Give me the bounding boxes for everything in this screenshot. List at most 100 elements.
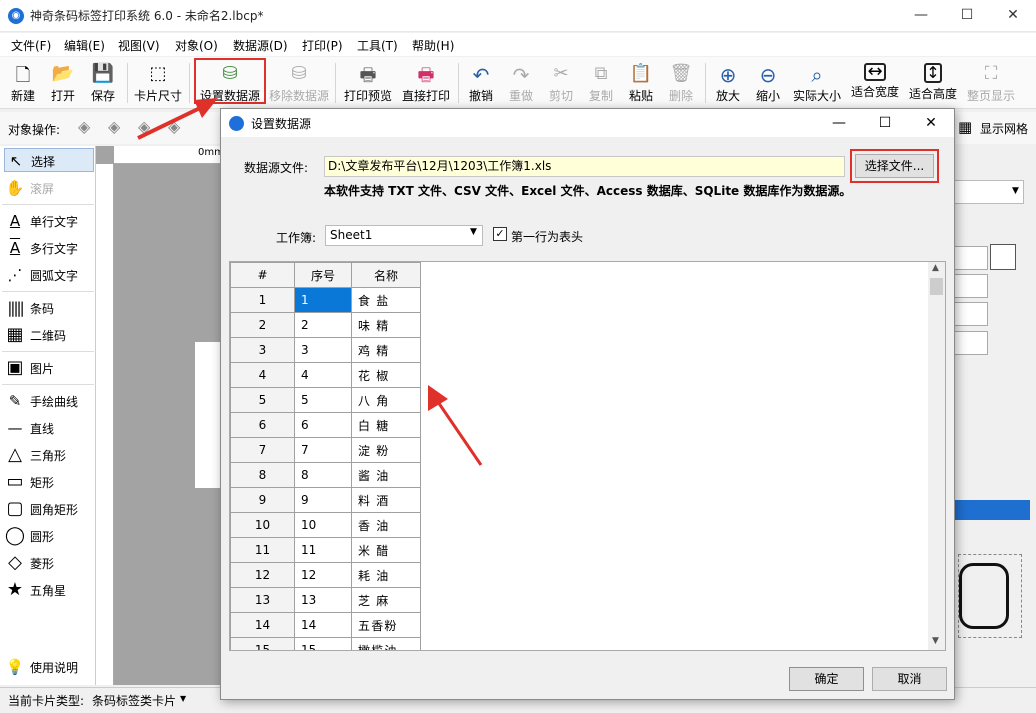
seq-cell[interactable]: 7: [294, 437, 352, 463]
seq-cell[interactable]: 6: [294, 412, 352, 438]
column-header-index[interactable]: #: [230, 262, 295, 288]
undo-button[interactable]: ↶ 撤销: [463, 61, 499, 105]
name-cell[interactable]: 米 醋: [351, 537, 421, 563]
tool-single-line-text[interactable]: A 单行文字: [4, 209, 94, 233]
seq-cell[interactable]: 10: [294, 512, 352, 538]
scroll-down-icon[interactable]: ▼: [932, 636, 939, 646]
tool-rectangle[interactable]: ▭ 矩形: [4, 470, 94, 494]
name-cell[interactable]: 料 酒: [351, 487, 421, 513]
seq-cell[interactable]: 12: [294, 562, 352, 588]
table-row[interactable]: 99料 酒: [230, 487, 421, 513]
tool-diamond[interactable]: ◇ 菱形: [4, 551, 94, 575]
tool-line[interactable]: — 直线: [4, 416, 94, 440]
redo-button[interactable]: ↷ 重做: [503, 61, 539, 105]
row-header-cell[interactable]: 4: [230, 362, 295, 388]
menu-file[interactable]: 文件(F): [11, 37, 51, 54]
name-cell[interactable]: 淀 粉: [351, 437, 421, 463]
name-cell[interactable]: 味 精: [351, 312, 421, 338]
property-button[interactable]: [954, 246, 988, 270]
tool-rounded-rectangle[interactable]: ▢ 圆角矩形: [4, 497, 94, 521]
cancel-button[interactable]: 取消: [872, 667, 947, 691]
menu-print[interactable]: 打印(P): [302, 37, 343, 54]
row-header-cell[interactable]: 1: [230, 287, 295, 313]
seq-cell[interactable]: 3: [294, 337, 352, 363]
row-header-cell[interactable]: 14: [230, 612, 295, 638]
seq-cell[interactable]: 13: [294, 587, 352, 613]
tool-ellipse[interactable]: ◯ 圆形: [4, 524, 94, 548]
table-row[interactable]: 88酱 油: [230, 462, 421, 488]
table-row[interactable]: 66白 糖: [230, 412, 421, 438]
row-header-cell[interactable]: 9: [230, 487, 295, 513]
delete-button[interactable]: 🗑 删除: [663, 61, 699, 105]
row-header-cell[interactable]: 15: [230, 637, 295, 650]
column-header-seq[interactable]: 序号: [294, 262, 352, 288]
first-row-header-label[interactable]: 第一行为表头: [511, 228, 583, 245]
chevron-down-icon[interactable]: ▼: [470, 227, 477, 237]
table-row[interactable]: 55八 角: [230, 387, 421, 413]
layer-up-icon[interactable]: ◈: [78, 117, 90, 136]
paste-button[interactable]: 📋 粘贴: [623, 61, 659, 105]
table-row[interactable]: 13 13 芝 麻: [230, 587, 421, 613]
tool-scroll[interactable]: ✋ 滚屏: [4, 176, 94, 200]
tool-freehand[interactable]: ✎ 手绘曲线: [4, 389, 94, 413]
name-cell[interactable]: 白 糖: [351, 412, 421, 438]
first-row-header-checkbox[interactable]: ✓: [493, 227, 507, 241]
table-row[interactable]: 10 10 香 油: [230, 512, 421, 538]
print-preview-button[interactable]: 🖶 打印预览: [341, 61, 395, 105]
seq-cell[interactable]: 9: [294, 487, 352, 513]
cut-button[interactable]: ✂ 剪切: [543, 61, 579, 105]
tool-image[interactable]: ▣ 图片: [4, 356, 94, 380]
fit-width-button[interactable]: ↔ 适合宽度: [848, 61, 902, 105]
tool-barcode[interactable]: ||||| 条码: [4, 296, 94, 320]
zoom-in-button[interactable]: ⊕ 放大: [710, 61, 746, 105]
table-row[interactable]: 44花 椒: [230, 362, 421, 388]
name-cell[interactable]: 八 角: [351, 387, 421, 413]
table-row[interactable]: 15 15 橄榄油: [230, 637, 421, 650]
scrollbar-thumb[interactable]: [930, 278, 943, 295]
property-button[interactable]: [954, 274, 988, 298]
seq-cell[interactable]: 8: [294, 462, 352, 488]
card-type-value[interactable]: 条码标签类卡片: [92, 692, 176, 709]
tool-multi-line-text[interactable]: A 多行文字: [4, 236, 94, 260]
tool-arc-text[interactable]: ⋰ 圆弧文字: [4, 263, 94, 287]
menu-tools[interactable]: 工具(T): [357, 37, 398, 54]
color-swatch[interactable]: [990, 244, 1016, 270]
row-header-cell[interactable]: 13: [230, 587, 295, 613]
tool-star[interactable]: ★ 五角星: [4, 578, 94, 602]
close-button[interactable]: ✕: [990, 0, 1036, 32]
direct-print-button[interactable]: 🖶 直接打印: [399, 61, 453, 105]
open-button[interactable]: 📂 打开: [46, 61, 80, 105]
vertical-scrollbar[interactable]: ▲ ▼: [928, 262, 945, 650]
remove-datasource-button[interactable]: ⛁ 移除数据源: [266, 61, 332, 105]
show-grid-label[interactable]: 显示网格: [980, 120, 1028, 137]
tool-triangle[interactable]: △ 三角形: [4, 443, 94, 467]
seq-cell[interactable]: 2: [294, 312, 352, 338]
dialog-close-button[interactable]: ✕: [908, 109, 954, 137]
menu-view[interactable]: 视图(V): [118, 37, 160, 54]
scroll-up-icon[interactable]: ▲: [932, 263, 939, 273]
actual-size-button[interactable]: ⌕ 实际大小: [790, 61, 844, 105]
property-button[interactable]: [954, 331, 988, 355]
row-header-cell[interactable]: 3: [230, 337, 295, 363]
row-header-cell[interactable]: 6: [230, 412, 295, 438]
maximize-button[interactable]: ☐: [944, 0, 990, 32]
row-header-cell[interactable]: 8: [230, 462, 295, 488]
name-cell[interactable]: 鸡 精: [351, 337, 421, 363]
save-button[interactable]: 💾 保存: [86, 61, 120, 105]
fit-height-button[interactable]: ↕ 适合高度: [906, 61, 960, 105]
seq-cell[interactable]: 4: [294, 362, 352, 388]
seq-cell[interactable]: 11: [294, 537, 352, 563]
name-cell[interactable]: 五香粉: [351, 612, 421, 638]
table-row[interactable]: 11食 盐: [230, 287, 421, 313]
datasource-file-path[interactable]: D:\文章发布平台\12月\1203\工作簿1.xls: [324, 156, 845, 177]
data-preview-grid[interactable]: # 序号 名称 11食 盐22味 精33鸡 精44花 椒55八 角66白 糖77…: [229, 261, 946, 651]
row-header-cell[interactable]: 11: [230, 537, 295, 563]
dialog-maximize-button[interactable]: ☐: [862, 109, 908, 137]
card-type-dropdown-icon[interactable]: ▼: [180, 694, 186, 703]
property-button[interactable]: [954, 302, 988, 326]
label-card[interactable]: [195, 342, 220, 488]
full-page-button[interactable]: ⛶ 整页显示: [964, 61, 1018, 105]
ok-button[interactable]: 确定: [789, 667, 864, 691]
name-cell[interactable]: 香 油: [351, 512, 421, 538]
name-cell[interactable]: 橄榄油: [351, 637, 421, 650]
